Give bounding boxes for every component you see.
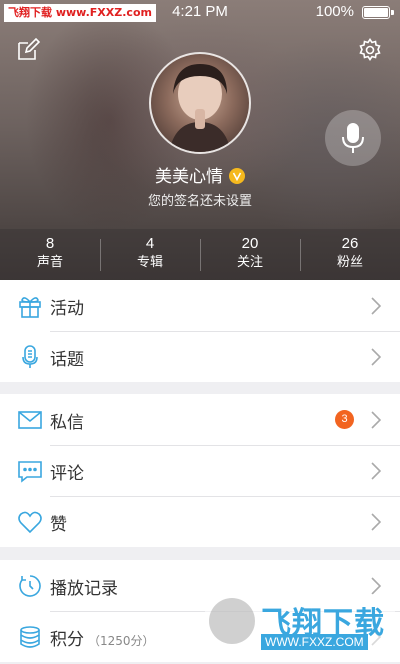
menu-group-1: 活动 话题 <box>0 280 400 382</box>
edit-icon[interactable] <box>16 37 41 62</box>
username: 美美心情 <box>155 167 223 187</box>
chevron-right-icon <box>371 297 382 315</box>
gear-icon[interactable] <box>358 38 382 62</box>
clock-history-icon <box>17 573 43 599</box>
menu-item-comments[interactable]: 评论 <box>0 445 400 496</box>
stat-following[interactable]: 20 关注 <box>200 229 300 280</box>
menu-item-activity[interactable]: 活动 <box>0 280 400 331</box>
points-value: （1250分） <box>88 634 155 648</box>
vip-badge-icon <box>229 168 245 184</box>
menu-label: 活动 <box>50 299 84 319</box>
chevron-right-icon <box>371 513 382 531</box>
battery-icon <box>362 6 394 19</box>
stat-count: 8 <box>45 235 55 252</box>
menu-label: 话题 <box>50 350 84 370</box>
stat-albums[interactable]: 4 专辑 <box>100 229 200 280</box>
stat-sounds[interactable]: 8 声音 <box>0 229 100 280</box>
microphone-topic-icon <box>17 344 43 370</box>
chevron-right-icon <box>371 411 382 429</box>
stat-count: 26 <box>341 235 359 252</box>
battery-percent: 100% <box>315 3 354 20</box>
menu-item-likes[interactable]: 赞 <box>0 496 400 547</box>
record-microphone-button[interactable] <box>325 110 381 166</box>
heart-icon <box>17 509 43 535</box>
avatar[interactable] <box>149 52 251 154</box>
stat-label: 专辑 <box>136 255 163 270</box>
chevron-right-icon <box>371 348 382 366</box>
envelope-icon <box>17 407 43 433</box>
stat-label: 粉丝 <box>336 255 363 270</box>
menu-item-messages[interactable]: 私信 3 <box>0 394 400 445</box>
menu-label: 赞 <box>50 515 67 535</box>
watermark-url: WWW.FXXZ.COM <box>261 634 368 650</box>
unread-badge: 3 <box>335 410 354 429</box>
menu-label: 播放记录 <box>50 579 118 599</box>
menu-label: 评论 <box>50 464 84 484</box>
comment-icon <box>17 458 43 484</box>
gift-icon <box>17 293 43 319</box>
stat-count: 20 <box>241 235 259 252</box>
menu-group-2: 私信 3 评论 赞 <box>0 394 400 547</box>
stat-fans[interactable]: 26 粉丝 <box>300 229 400 280</box>
username-row: 美美心情 <box>0 162 400 187</box>
coins-icon <box>17 624 43 650</box>
chevron-right-icon <box>371 577 382 595</box>
chevron-right-icon <box>371 462 382 480</box>
stat-label: 声音 <box>36 255 63 270</box>
stat-count: 4 <box>145 235 155 252</box>
signature[interactable]: 您的签名还未设置 <box>0 190 400 209</box>
watermark-logo-icon <box>209 598 255 644</box>
stats-bar: 8 声音 4 专辑 20 关注 26 粉丝 <box>0 229 400 280</box>
points-label: 积分 <box>50 630 84 650</box>
profile-header: 飞翔下载 www.FXXZ.com 4:21 PM 100% 美美心情 您的签名… <box>0 0 400 280</box>
watermark-bottom: 飞翔下载 WWW.FXXZ.COM <box>205 594 395 654</box>
status-bar: 飞翔下载 www.FXXZ.com 4:21 PM 100% <box>0 0 400 24</box>
menu-item-topics[interactable]: 话题 <box>0 331 400 382</box>
menu-label: 私信 <box>50 413 84 433</box>
menu-label: 积分 （1250分） <box>50 625 155 650</box>
stat-label: 关注 <box>236 255 263 270</box>
